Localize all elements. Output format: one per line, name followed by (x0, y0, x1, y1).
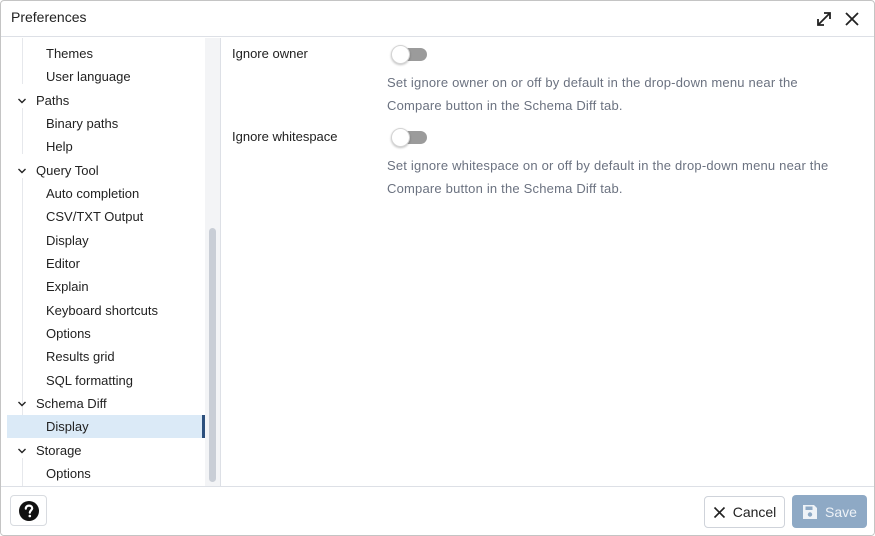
toggle-knob (391, 128, 410, 147)
sidebar-scrollbar[interactable] (205, 38, 220, 486)
tree-item-label: Options (46, 326, 91, 341)
question-circle-icon (18, 500, 39, 521)
tree-item-editor[interactable]: Editor (7, 252, 205, 275)
tree-item-themes[interactable]: Themes (7, 42, 205, 65)
tree-item-label: Editor (46, 256, 80, 271)
tree-item-sql-formatting[interactable]: SQL formatting (7, 369, 205, 392)
cancel-button[interactable]: Cancel (704, 496, 785, 528)
tree-item-explain[interactable]: Explain (7, 275, 205, 298)
close-icon (713, 506, 725, 518)
tree-item-label: Keyboard shortcuts (46, 303, 159, 318)
chevron-down-icon[interactable] (17, 96, 27, 106)
tree-item-label: Display (46, 233, 89, 248)
description-line: Compare button in the Schema Diff tab. (387, 98, 623, 113)
tree-item-label: Display (46, 419, 89, 434)
tree-item-csv-txt-output[interactable]: CSV/TXT Output (7, 205, 205, 228)
dialog-title: Preferences (11, 9, 87, 25)
tree-item-schema-diff-display[interactable]: Display (7, 415, 205, 438)
tree-item-label: Storage (36, 443, 82, 458)
tree-item-label: Explain (46, 279, 89, 294)
tree-item-help[interactable]: Help (7, 135, 205, 158)
tree-item-label: CSV/TXT Output (46, 209, 144, 224)
title-bar: Preferences (1, 1, 874, 37)
description-line: Set ignore whitespace on or off by defau… (387, 158, 829, 173)
scrollbar-thumb[interactable] (209, 228, 216, 482)
tree-item-results-grid[interactable]: Results grid (7, 345, 205, 368)
tree-item-label: Auto completion (46, 186, 140, 201)
save-label: Save (825, 503, 857, 520)
save-button[interactable]: Save (792, 495, 867, 528)
tree-item-label: Binary paths (46, 116, 119, 131)
tree-item-storage[interactable]: Storage (7, 439, 205, 462)
tree-item-paths[interactable]: Paths (7, 89, 205, 112)
tree-item-label: SQL formatting (46, 373, 133, 388)
tree-item-user-language[interactable]: User language (7, 65, 205, 88)
tree-item-label: Paths (36, 93, 70, 108)
tree-item-label: Results grid (46, 349, 115, 364)
ignore-owner-label: Ignore owner (232, 46, 308, 61)
preferences-content: Ignore owner Set ignore owner on or off … (221, 38, 874, 486)
cancel-label: Cancel (732, 504, 777, 520)
ignore-owner-description: Set ignore owner on or off by default in… (387, 71, 872, 117)
tree-item-label: Options (46, 466, 91, 481)
tree-item-label: Schema Diff (36, 396, 107, 411)
tree-item-query-tool-display[interactable]: Display (7, 229, 205, 252)
tree-item-label: User language (46, 69, 131, 84)
ignore-owner-toggle[interactable] (390, 45, 430, 65)
ignore-whitespace-label: Ignore whitespace (232, 129, 338, 144)
ignore-whitespace-toggle[interactable] (390, 128, 430, 148)
close-icon[interactable] (842, 9, 862, 29)
chevron-down-icon[interactable] (17, 446, 27, 456)
help-button[interactable] (10, 495, 47, 526)
tree-item-schema-diff[interactable]: Schema Diff (7, 392, 205, 415)
tree-item-query-tool[interactable]: Query Tool (7, 159, 205, 182)
description-line: Set ignore owner on or off by default in… (387, 75, 798, 90)
ignore-whitespace-description: Set ignore whitespace on or off by defau… (387, 154, 872, 200)
preferences-tree: Themes User language Paths Binary paths … (1, 38, 205, 486)
floppy-disk-icon (803, 504, 818, 519)
chevron-down-icon[interactable] (17, 399, 27, 409)
toggle-knob (391, 45, 410, 64)
tree-item-label: Query Tool (36, 163, 99, 178)
tree-item-auto-completion[interactable]: Auto completion (7, 182, 205, 205)
expand-icon[interactable] (814, 9, 834, 29)
description-line: Compare button in the Schema Diff tab. (387, 181, 623, 196)
chevron-down-icon[interactable] (17, 166, 27, 176)
preferences-dialog: Preferences Themes User language Paths B… (0, 0, 875, 536)
tree-item-storage-options[interactable]: Options (7, 462, 205, 485)
tree-item-label: Help (46, 139, 73, 154)
tree-item-keyboard-shortcuts[interactable]: Keyboard shortcuts (7, 299, 205, 322)
tree-item-binary-paths[interactable]: Binary paths (7, 112, 205, 135)
tree-item-label: Themes (46, 46, 93, 61)
dialog-footer: Cancel Save (1, 486, 874, 535)
tree-item-query-tool-options[interactable]: Options (7, 322, 205, 345)
